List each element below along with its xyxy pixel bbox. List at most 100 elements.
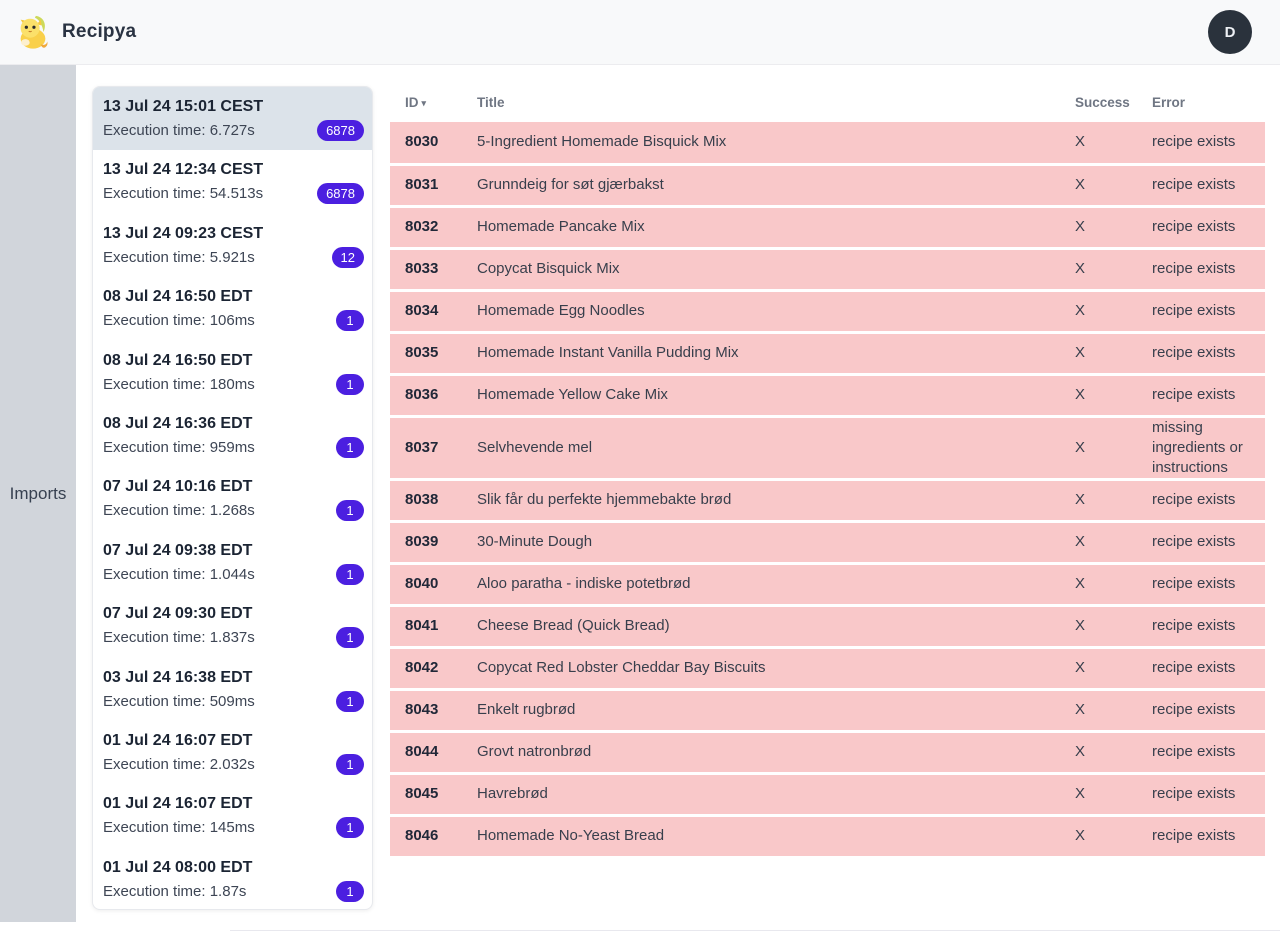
user-avatar[interactable]: D [1208,10,1252,54]
import-meta: Execution time: 106ms 1 [103,310,364,331]
cell-error: recipe exists [1152,773,1265,815]
nav-strip: Imports [0,65,76,922]
cell-id: 8044 [390,731,477,773]
table-body: 8030 5-Ingredient Homemade Bisquick Mix … [390,122,1265,857]
import-list-item[interactable]: 07 Jul 24 10:16 EDT Execution time: 1.26… [93,467,372,530]
cell-error: missing ingredients or instructions [1152,416,1265,479]
import-execution-time: Execution time: 1.044s [103,566,255,583]
import-meta: Execution time: 6.727s 6878 [103,120,364,141]
imports-list: 13 Jul 24 15:01 CEST Execution time: 6.7… [92,86,373,910]
column-header-success: Success [1075,82,1152,122]
cell-success: X [1075,122,1152,164]
import-count-badge: 1 [336,500,364,521]
cell-error: recipe exists [1152,689,1265,731]
cell-title: Slik får du perfekte hjemmebakte brød [477,479,1075,521]
import-count-badge: 1 [336,437,364,458]
cell-id: 8033 [390,248,477,290]
cell-id: 8032 [390,206,477,248]
import-list-item[interactable]: 01 Jul 24 16:07 EDT Execution time: 2.03… [93,721,372,784]
import-date: 07 Jul 24 09:38 EDT [103,540,364,561]
table-header-row: ID▾ Title Success Error [390,82,1265,122]
cell-error: recipe exists [1152,647,1265,689]
cell-title: Selvhevende mel [477,416,1075,479]
table-row: 8033 Copycat Bisquick Mix X recipe exist… [390,248,1265,290]
cell-error: recipe exists [1152,563,1265,605]
import-execution-time: Execution time: 1.268s [103,502,255,519]
cell-id: 8043 [390,689,477,731]
import-execution-time: Execution time: 106ms [103,312,255,329]
column-header-id[interactable]: ID▾ [390,82,477,122]
import-list-item[interactable]: 08 Jul 24 16:50 EDT Execution time: 106m… [93,277,372,340]
cell-title: Enkelt rugbrød [477,689,1075,731]
table-row: 8038 Slik får du perfekte hjemmebakte br… [390,479,1265,521]
cell-error: recipe exists [1152,248,1265,290]
cell-id: 8036 [390,374,477,416]
import-date: 13 Jul 24 09:23 CEST [103,223,364,244]
cell-success: X [1075,374,1152,416]
cell-success: X [1075,773,1152,815]
app-title: Recipya [62,21,136,43]
column-header-id-label: ID [405,95,419,110]
cell-error: recipe exists [1152,479,1265,521]
table-row: 8042 Copycat Red Lobster Cheddar Bay Bis… [390,647,1265,689]
cell-error: recipe exists [1152,731,1265,773]
import-count-badge: 1 [336,374,364,395]
cell-title: Copycat Bisquick Mix [477,248,1075,290]
import-list-item[interactable]: 13 Jul 24 15:01 CEST Execution time: 6.7… [93,87,372,150]
import-count-badge: 1 [336,691,364,712]
import-meta: Execution time: 5.921s 12 [103,247,364,268]
cell-id: 8034 [390,290,477,332]
cell-error: recipe exists [1152,164,1265,206]
import-date: 01 Jul 24 08:00 EDT [103,857,364,878]
import-execution-time: Execution time: 1.837s [103,629,255,646]
cell-id: 8046 [390,815,477,857]
import-logs-table: ID▾ Title Success Error 8030 5-Ingredien… [390,82,1265,859]
cell-id: 8030 [390,122,477,164]
import-execution-time: Execution time: 2.032s [103,756,255,773]
cell-error: recipe exists [1152,815,1265,857]
cell-error: recipe exists [1152,206,1265,248]
import-list-item[interactable]: 07 Jul 24 09:38 EDT Execution time: 1.04… [93,531,372,594]
sidebar-item-imports[interactable]: Imports [10,484,67,504]
import-list-item[interactable]: 08 Jul 24 16:50 EDT Execution time: 180m… [93,341,372,404]
cell-error: recipe exists [1152,122,1265,164]
cell-title: Aloo paratha - indiske potetbrød [477,563,1075,605]
import-list-item[interactable]: 03 Jul 24 16:38 EDT Execution time: 509m… [93,658,372,721]
app-logo-link[interactable]: Recipya [14,13,136,51]
import-count-badge: 1 [336,881,364,902]
scroll-edge-divider [230,930,1280,931]
cell-title: Homemade Pancake Mix [477,206,1075,248]
import-list-item[interactable]: 08 Jul 24 16:36 EDT Execution time: 959m… [93,404,372,467]
import-execution-time: Execution time: 6.727s [103,122,255,139]
import-list-item[interactable]: 01 Jul 24 16:07 EDT Execution time: 145m… [93,784,372,847]
import-list-item[interactable]: 13 Jul 24 12:34 CEST Execution time: 54.… [93,150,372,213]
import-meta: Execution time: 1.044s 1 [103,564,364,585]
cell-success: X [1075,647,1152,689]
import-list-item[interactable]: 07 Jul 24 09:30 EDT Execution time: 1.83… [93,594,372,657]
table-row: 8032 Homemade Pancake Mix X recipe exist… [390,206,1265,248]
table-row: 8045 Havrebrød X recipe exists [390,773,1265,815]
cell-title: Grunndeig for søt gjærbakst [477,164,1075,206]
cell-success: X [1075,248,1152,290]
import-date: 08 Jul 24 16:50 EDT [103,350,364,371]
import-meta: Execution time: 1.837s 1 [103,627,364,648]
cell-id: 8040 [390,563,477,605]
import-execution-time: Execution time: 180ms [103,376,255,393]
table-row: 8043 Enkelt rugbrød X recipe exists [390,689,1265,731]
recipya-mascot-icon [14,13,52,51]
import-date: 07 Jul 24 09:30 EDT [103,603,364,624]
cell-success: X [1075,206,1152,248]
import-execution-time: Execution time: 145ms [103,819,255,836]
cell-title: 5-Ingredient Homemade Bisquick Mix [477,122,1075,164]
column-header-error: Error [1152,82,1265,122]
table-row: 8034 Homemade Egg Noodles X recipe exist… [390,290,1265,332]
import-date: 01 Jul 24 16:07 EDT [103,793,364,814]
cell-title: Grovt natronbrød [477,731,1075,773]
table-row: 8031 Grunndeig for søt gjærbakst X recip… [390,164,1265,206]
cell-success: X [1075,290,1152,332]
import-execution-time: Execution time: 509ms [103,693,255,710]
import-execution-time: Execution time: 1.87s [103,883,246,900]
import-list-item[interactable]: 01 Jul 24 08:00 EDT Execution time: 1.87… [93,848,372,910]
import-list-item[interactable]: 13 Jul 24 09:23 CEST Execution time: 5.9… [93,214,372,277]
cell-success: X [1075,164,1152,206]
